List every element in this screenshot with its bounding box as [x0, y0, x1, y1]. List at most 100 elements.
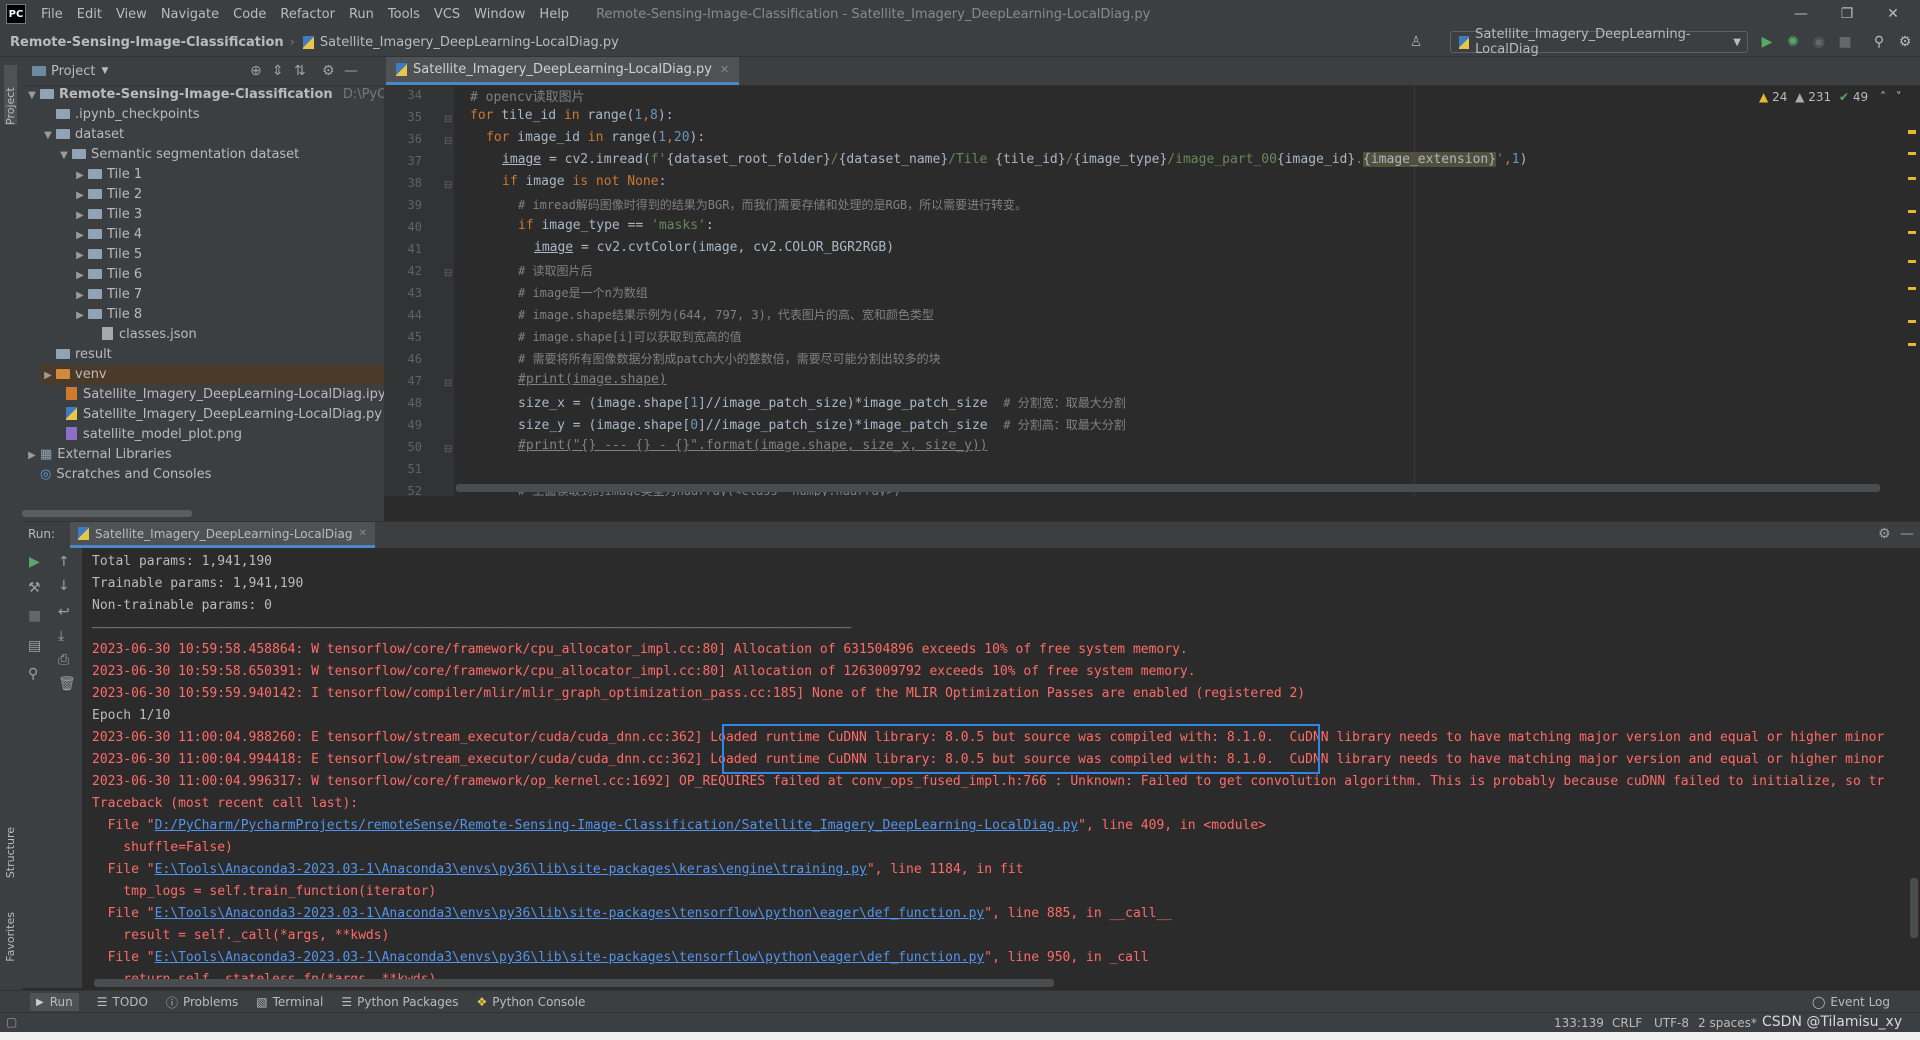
wrench-icon[interactable]: ⚒	[28, 580, 41, 596]
hide-panel-icon[interactable]: —	[1900, 526, 1914, 542]
rerun-icon[interactable]: ▶	[29, 554, 40, 570]
tree-item-py[interactable]: Satellite_Imagery_DeepLearning-LocalDiag…	[66, 405, 382, 425]
fold-icon[interactable]: ⊟	[444, 114, 452, 125]
fold-icon[interactable]: ⊟	[444, 268, 452, 279]
debug-icon[interactable]: ✺	[1783, 32, 1803, 52]
menu-tools[interactable]: Tools	[381, 7, 427, 22]
error-stripe[interactable]	[1908, 130, 1916, 490]
tree-item-external-libraries[interactable]: ▶ ▦ External Libraries	[24, 445, 171, 465]
indent-setting[interactable]: 2 spaces*	[1698, 1016, 1757, 1030]
menu-window[interactable]: Window	[467, 7, 532, 22]
project-panel-title[interactable]: Project	[51, 64, 95, 79]
stop-icon[interactable]: ■	[28, 608, 41, 624]
fold-icon[interactable]: ⊟	[444, 180, 452, 191]
print-icon[interactable]: ⎙	[58, 652, 69, 668]
tree-item-png[interactable]: satellite_model_plot.png	[66, 425, 242, 445]
breadcrumb-project[interactable]: Remote-Sensing-Image-Classification	[10, 35, 284, 50]
tree-item-scratches[interactable]: ◎ Scratches and Consoles	[40, 465, 211, 485]
search-icon[interactable]: ⚲	[1869, 32, 1889, 52]
tree-item-result[interactable]: result	[56, 345, 112, 365]
line-separator[interactable]: CRLF	[1612, 1016, 1642, 1030]
fold-icon[interactable]: ⊟	[444, 136, 452, 147]
tree-item-checkpoints[interactable]: .ipynb_checkpoints	[56, 105, 200, 125]
menu-run[interactable]: Run	[342, 7, 381, 22]
tree-item-classes-json[interactable]: classes.json	[102, 325, 197, 345]
chevron-down-icon[interactable]: ▼	[101, 66, 108, 76]
traceback-link[interactable]: E:\Tools\Anaconda3-2023.03-1\Anaconda3\e…	[155, 950, 985, 965]
tree-item-tile[interactable]: ▶ Tile 2	[72, 185, 142, 205]
favorites-side-tab[interactable]: Favorites	[4, 912, 17, 962]
restore-icon[interactable]: ❐	[1824, 0, 1870, 28]
tree-item-semantic-dataset[interactable]: ▼ Semantic segmentation dataset	[56, 145, 299, 165]
editor-tab-file[interactable]: Satellite_Imagery_DeepLearning-LocalDiag…	[386, 57, 740, 85]
console-vertical-scrollbar[interactable]	[1910, 878, 1918, 938]
breadcrumb-file[interactable]: Satellite_Imagery_DeepLearning-LocalDiag…	[320, 35, 619, 50]
tree-item-tile[interactable]: ▶ Tile 6	[72, 265, 142, 285]
tree-item-root[interactable]: ▼Remote-Sensing-Image-Classification D:\…	[24, 85, 440, 105]
toggle-tool-windows-icon[interactable]: ▢	[6, 1015, 17, 1029]
close-tab-icon[interactable]: ✕	[358, 528, 366, 539]
minimize-icon[interactable]: —	[1778, 0, 1824, 28]
todo-tool-button[interactable]: ☰ TODO	[97, 995, 148, 1009]
arrow-up-icon[interactable]: ↑	[58, 554, 70, 570]
traceback-link[interactable]: E:\Tools\Anaconda3-2023.03-1\Anaconda3\e…	[155, 906, 985, 921]
editor-horizontal-scrollbar[interactable]	[456, 484, 1880, 492]
arrow-down-icon[interactable]: ↓	[58, 578, 70, 594]
menu-code[interactable]: Code	[226, 7, 273, 22]
scroll-to-end-icon[interactable]: ⤓	[58, 628, 64, 644]
code-editor[interactable]: ▲ 24 ▲ 231 ✔ 49 ˄ ˅ # opencv读取图片 for til…	[454, 86, 1920, 496]
tree-item-venv[interactable]: ▶ venv	[40, 365, 384, 385]
traceback-link[interactable]: D:/PyCharm/PycharmProjects/remoteSense/R…	[155, 818, 1079, 833]
chevron-right-icon[interactable]: ▶	[72, 246, 88, 266]
chevron-right-icon[interactable]: ▶	[72, 306, 88, 326]
chevron-right-icon[interactable]: ▶	[72, 286, 88, 306]
trash-icon[interactable]: 🗑	[58, 676, 76, 692]
menu-refactor[interactable]: Refactor	[273, 7, 342, 22]
python-console-tool-button[interactable]: ❖ Python Console	[477, 995, 586, 1009]
close-icon[interactable]: ✕	[1870, 0, 1916, 28]
run-tab[interactable]: Satellite_Imagery_DeepLearning-LocalDiag…	[70, 522, 375, 548]
pin-icon[interactable]: ⚲	[28, 666, 38, 682]
hide-panel-icon[interactable]: —	[344, 63, 358, 79]
tree-item-tile[interactable]: ▶ Tile 3	[72, 205, 142, 225]
console-horizontal-scrollbar[interactable]	[94, 979, 1054, 987]
python-packages-tool-button[interactable]: ☰ Python Packages	[341, 995, 458, 1009]
tree-item-tile[interactable]: ▶ Tile 8	[72, 305, 142, 325]
settings-gear-icon[interactable]: ⚙	[1895, 32, 1915, 52]
run-icon[interactable]: ▶	[1757, 32, 1777, 52]
chevron-right-icon[interactable]: ▶	[72, 186, 88, 206]
chevron-right-icon[interactable]: ▶	[40, 366, 56, 386]
locate-icon[interactable]: ⊕	[250, 63, 262, 79]
tree-item-tile[interactable]: ▶ Tile 5	[72, 245, 142, 265]
menu-vcs[interactable]: VCS	[427, 7, 467, 22]
collapse-all-icon[interactable]: ⇅	[294, 63, 306, 79]
fold-icon[interactable]: ⊟	[444, 378, 452, 389]
chevron-right-icon[interactable]: ▶	[72, 166, 88, 186]
terminal-tool-button[interactable]: ▧ Terminal	[256, 995, 323, 1009]
menu-help[interactable]: Help	[532, 7, 576, 22]
console-output[interactable]: Total params: 1,941,190 Trainable params…	[82, 548, 1920, 988]
chevron-right-icon[interactable]: ▶	[72, 226, 88, 246]
event-log-tool-button[interactable]: ◯ Event Log	[1812, 995, 1890, 1009]
chevron-right-icon[interactable]: ▶	[72, 206, 88, 226]
traceback-link[interactable]: E:\Tools\Anaconda3-2023.03-1\Anaconda3\e…	[155, 862, 867, 877]
menu-view[interactable]: View	[109, 7, 154, 22]
layout-icon[interactable]: ▤	[28, 638, 41, 654]
run-configuration-select[interactable]: Satellite_Imagery_DeepLearning-LocalDiag…	[1450, 27, 1748, 57]
menu-navigate[interactable]: Navigate	[154, 7, 226, 22]
user-icon[interactable]: ♙	[1406, 32, 1426, 52]
stop-icon[interactable]: ■	[1835, 32, 1855, 52]
project-side-tab[interactable]: Project	[4, 65, 17, 125]
tree-item-tile[interactable]: ▶ Tile 1	[72, 165, 142, 185]
gear-icon[interactable]: ⚙	[1878, 526, 1891, 542]
chevron-up-icon[interactable]: ˄	[1880, 90, 1886, 104]
chevron-right-icon[interactable]: ▶	[72, 266, 88, 286]
horizontal-scrollbar[interactable]	[22, 510, 192, 517]
coverage-icon[interactable]: ◉	[1809, 32, 1829, 52]
chevron-down-icon[interactable]: ▼	[40, 126, 56, 146]
menu-file[interactable]: File	[34, 7, 70, 22]
close-tab-icon[interactable]: ✕	[720, 63, 729, 76]
chevron-down-icon[interactable]: ▼	[24, 86, 40, 106]
problems-tool-button[interactable]: ⓘ Problems	[166, 994, 238, 1011]
inspection-summary[interactable]: ▲ 24 ▲ 231 ✔ 49 ˄ ˅	[1759, 90, 1902, 104]
